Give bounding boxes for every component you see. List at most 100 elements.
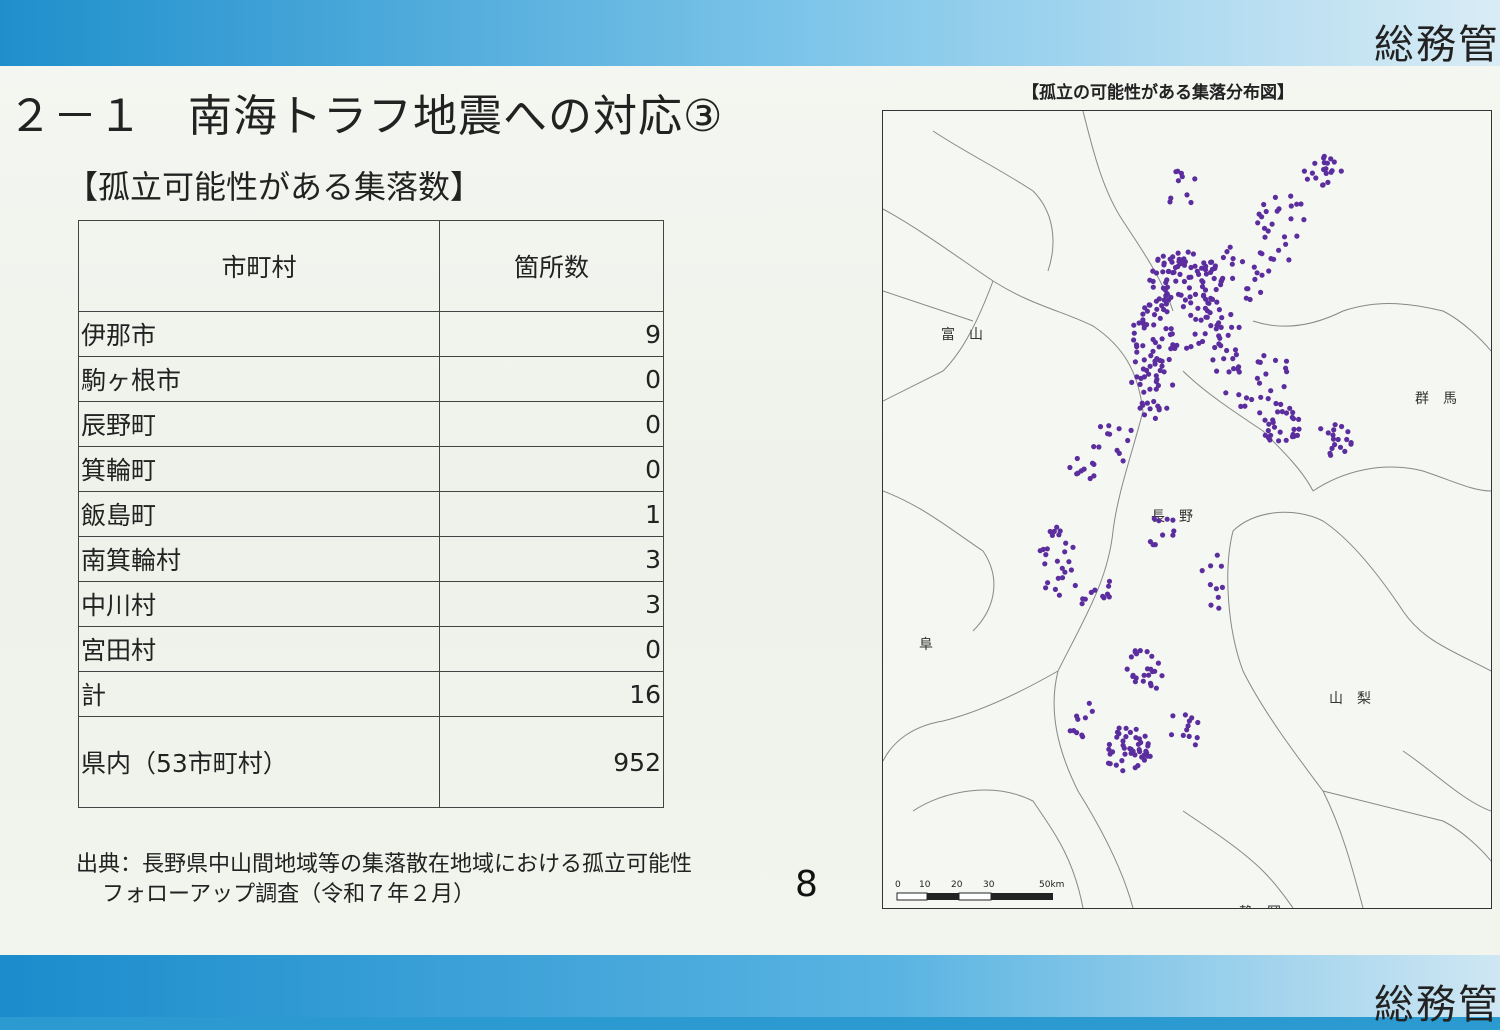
scale-label: 10 [919, 880, 931, 890]
label-shizuoka: 静 岡 [1239, 904, 1281, 908]
settlement-dot [1159, 673, 1165, 679]
settlement-dot [1265, 396, 1271, 402]
settlement-dot [1224, 249, 1230, 255]
settlement-dot [1199, 338, 1206, 345]
settlement-dot [1188, 300, 1194, 306]
settlement-dot [1043, 552, 1049, 558]
settlement-dot [1173, 278, 1179, 284]
settlement-dot [1148, 353, 1154, 359]
settlement-dot [1312, 160, 1318, 166]
settlement-dot [1271, 424, 1278, 430]
prefecture-labels: 富 山 群 馬 長 野 阜 山 梨 愛 知 静 岡 [919, 326, 1457, 908]
footer-ghost-text: 総務管 [1374, 982, 1500, 1028]
scale-label: 0 [895, 880, 901, 890]
settlement-dot [1151, 312, 1158, 318]
label-gunma: 群 馬 [1415, 390, 1457, 406]
settlement-dot [1134, 344, 1140, 350]
settlement-dot [1268, 256, 1274, 262]
settlement-dot [1198, 317, 1204, 323]
settlement-dot [1202, 287, 1209, 293]
settlement-dot [1166, 356, 1172, 363]
map-svg: 富 山 群 馬 長 野 阜 山 梨 愛 知 静 岡 0 10 20 30 [883, 111, 1491, 908]
settlement-dot [1192, 331, 1198, 337]
settlement-dot [1265, 428, 1271, 434]
settlement-dot [1207, 582, 1213, 588]
settlement-dot [1225, 332, 1231, 338]
settlement-dot [1180, 732, 1186, 739]
row-count: 9 [439, 311, 664, 357]
settlement-dot [1167, 199, 1173, 205]
settlement-dot [1121, 745, 1127, 751]
settlement-dot [1124, 666, 1130, 672]
row-name: 伊那市 [78, 311, 440, 357]
settlement-dot [1106, 578, 1113, 584]
settlement-dot [1203, 271, 1209, 277]
settlement-dot [1130, 672, 1136, 678]
settlement-dot [1337, 444, 1344, 450]
settlement-dot [1206, 300, 1212, 306]
settlement-dot [1216, 307, 1222, 313]
scale-label: 50km [1039, 880, 1064, 890]
settlement-dot [1151, 398, 1157, 405]
settlement-dot [1157, 315, 1163, 321]
settlement-dot [1309, 170, 1315, 176]
settlement-dot [1255, 220, 1261, 226]
settlement-dot [1188, 312, 1194, 318]
settlement-dot [1212, 344, 1218, 351]
settlement-dot [1190, 251, 1196, 257]
settlement-dot [1100, 593, 1106, 599]
label-yamanashi: 山 梨 [1329, 690, 1371, 706]
settlement-dot [1152, 358, 1158, 364]
settlement-dot [1127, 729, 1133, 736]
settlement-dot [1056, 532, 1062, 538]
settlement-dot [1182, 259, 1188, 265]
settlement-dot [1243, 395, 1250, 401]
settlement-dot [1145, 741, 1151, 747]
settlement-dot [1268, 388, 1274, 394]
settlement-dot [1203, 263, 1209, 269]
table-row: 箕輪町 0 [78, 446, 664, 492]
settlement-dot [1291, 426, 1297, 432]
settlement-dot [1208, 323, 1214, 329]
settlement-dot [1276, 206, 1282, 212]
table-row: 中川村 3 [78, 581, 664, 627]
top-banner [0, 0, 1500, 66]
settlement-dot [1281, 384, 1287, 390]
settlement-dot [1228, 311, 1234, 318]
settlement-dot [1223, 390, 1229, 396]
settlement-dot [1140, 343, 1146, 349]
settlement-dot [1074, 713, 1080, 719]
settlement-dot [1208, 259, 1214, 265]
source-line-2: フォローアップ調査（令和７年２月） [102, 882, 476, 907]
settlement-dot [1160, 269, 1166, 275]
settlement-dot [1140, 402, 1146, 408]
settlement-dot [1218, 343, 1224, 349]
settlement-dot [1152, 668, 1158, 674]
settlement-dot [1227, 244, 1233, 250]
settlement-dot [1045, 580, 1051, 586]
settlement-dot [1163, 326, 1169, 332]
settlement-dot [1318, 426, 1324, 432]
settlement-dot [1134, 374, 1140, 380]
settlement-dot [1153, 685, 1159, 691]
settlement-dot [1170, 517, 1176, 523]
settlement-dot [1052, 586, 1058, 592]
bottom-banner [0, 955, 1500, 1017]
settlement-dot [1194, 735, 1200, 741]
settlement-dot [1132, 765, 1138, 771]
settlement-dot [1144, 322, 1150, 328]
settlement-dot [1301, 217, 1307, 223]
settlement-dot [1152, 542, 1158, 548]
row-name: 箕輪町 [78, 446, 440, 492]
settlement-dot [1155, 382, 1161, 389]
settlement-dot [1258, 394, 1264, 400]
settlement-dot [1136, 736, 1142, 742]
settlement-dot [1233, 352, 1239, 358]
settlement-dot [1262, 234, 1268, 240]
settlement-dot [1153, 298, 1159, 304]
settlement-dot [1262, 432, 1268, 438]
settlement-dot [1193, 316, 1199, 322]
settlement-dot [1259, 214, 1265, 220]
settlement-dots [1037, 153, 1354, 774]
row-count: 1 [439, 491, 664, 537]
